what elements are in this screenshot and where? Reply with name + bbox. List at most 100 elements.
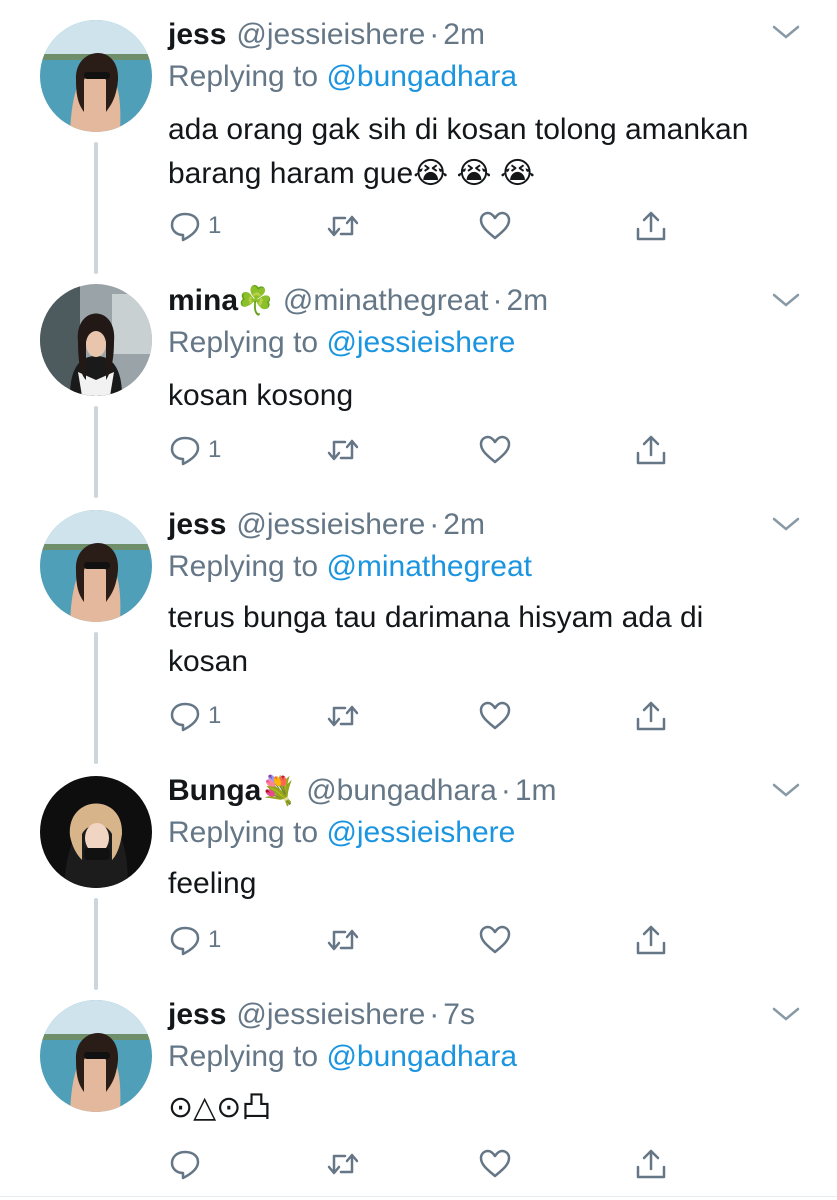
chevron-down-icon[interactable] [770,290,802,310]
tweet-header: jess @jessieishere · 2m [168,506,485,544]
name-emoji: ☘️ [238,285,273,316]
tweet[interactable]: Bunga💐 @bungadhara · 1m Replying to @jessie… [0,766,837,986]
handle[interactable]: @jessieishere [236,18,425,51]
avatar[interactable] [40,776,152,888]
like-button[interactable] [478,430,512,470]
mention-link[interactable]: @jessieishere [326,816,515,849]
separator-dot: · [429,998,440,1031]
timestamp[interactable]: 2m [443,508,485,541]
mention-link[interactable]: @jessieishere [326,326,515,359]
replying-to: Replying to @jessieishere [168,324,515,362]
retweet-button[interactable] [326,1144,360,1184]
mention-link[interactable]: @bungadhara [326,60,517,93]
like-button[interactable] [478,696,512,736]
separator-dot: · [500,774,511,807]
separator-dot: · [429,18,440,51]
share-button[interactable] [634,206,668,246]
handle[interactable]: @jessieishere [236,508,425,541]
avatar[interactable] [40,284,152,396]
display-name[interactable]: Bunga [168,774,261,807]
tweet-text: ada orang gak sih di kosan tolong amanka… [168,113,749,190]
share-icon [636,701,666,731]
share-icon [636,1149,666,1179]
tweet-text: feeling [168,867,257,900]
reply-count: 1 [208,212,222,239]
retweet-button[interactable] [326,696,360,736]
handle[interactable]: @jessieishere [236,998,425,1031]
avatar[interactable] [40,20,152,132]
mention-link[interactable]: @bungadhara [326,1040,517,1073]
reply-button[interactable]: 1 [168,696,221,736]
display-name[interactable]: jess [168,998,226,1031]
avatar[interactable] [40,510,152,622]
tweet-text: kosan kosong [168,379,354,412]
retweet-button[interactable] [326,920,360,960]
name-emoji: 💐 [261,775,297,806]
replying-prefix: Replying to [168,816,319,849]
heart-icon [479,701,511,730]
tweet-header: jess @jessieishere · 2m [168,16,485,54]
handle[interactable]: @minathegreat [283,284,489,317]
reply-icon [170,702,200,732]
heart-icon [479,435,511,464]
tweet-header: jess @jessieishere · 7s [168,996,475,1034]
replying-prefix: Replying to [168,326,319,359]
share-icon [636,211,666,241]
reply-button[interactable] [168,1144,208,1184]
chevron-down-icon[interactable] [770,514,802,534]
action-bar: 1 [168,920,688,960]
mention-link[interactable]: @minathegreat [326,550,532,583]
timestamp[interactable]: 2m [506,284,548,317]
like-button[interactable] [478,206,512,246]
timestamp[interactable]: 7s [443,998,475,1031]
action-bar [168,1144,688,1184]
retweet-icon [327,215,359,237]
action-bar: 1 [168,430,688,470]
replying-to: Replying to @bungadhara [168,1038,517,1076]
reply-count: 1 [208,702,222,729]
display-name[interactable]: mina [168,284,238,317]
share-button[interactable] [634,696,668,736]
reply-button[interactable]: 1 [168,430,221,470]
chevron-down-icon[interactable] [770,1004,802,1024]
timestamp[interactable]: 1m [515,774,557,807]
reply-icon [170,436,200,466]
replying-to: Replying to @bungadhara [168,58,517,96]
reply-button[interactable]: 1 [168,920,221,960]
share-button[interactable] [634,920,668,960]
tweet[interactable]: jess @jessieishere · 2m Replying to @bungad… [0,0,837,250]
bottom-divider [0,1196,837,1197]
share-button[interactable] [634,1144,668,1184]
handle[interactable]: @bungadhara [306,774,497,807]
separator-dot: · [492,284,503,317]
retweet-icon [327,929,359,951]
display-name[interactable]: jess [168,18,226,51]
retweet-icon [327,705,359,727]
action-bar: 1 [168,206,688,246]
chevron-down-icon[interactable] [770,22,802,42]
reply-button[interactable]: 1 [168,206,221,246]
tweet-text: terus bunga tau darimana hisyam ada di k… [168,601,704,678]
tweet[interactable]: jess @jessieishere · 7s Replying to @bungad… [0,990,837,1200]
reply-icon [170,212,200,242]
action-bar: 1 [168,696,688,736]
tweet-text: ⊙△⊙凸 [168,1091,272,1124]
share-button[interactable] [634,430,668,470]
tweet[interactable]: mina☘️ @minathegreat · 2m Replying to @jess… [0,274,837,494]
retweet-button[interactable] [326,206,360,246]
share-icon [636,925,666,955]
retweet-icon [327,439,359,461]
avatar[interactable] [40,1000,152,1112]
display-name[interactable]: jess [168,508,226,541]
like-button[interactable] [478,1144,512,1184]
retweet-button[interactable] [326,430,360,470]
chevron-down-icon[interactable] [770,780,802,800]
tweet-header: Bunga💐 @bungadhara · 1m [168,772,557,810]
replying-to: Replying to @jessieishere [168,814,515,852]
timestamp[interactable]: 2m [443,18,485,51]
reply-count: 1 [208,926,222,953]
tweet[interactable]: jess @jessieishere · 2m Replying to @minath… [0,500,837,760]
reply-icon [170,1150,200,1180]
like-button[interactable] [478,920,512,960]
heart-icon [479,1149,511,1178]
